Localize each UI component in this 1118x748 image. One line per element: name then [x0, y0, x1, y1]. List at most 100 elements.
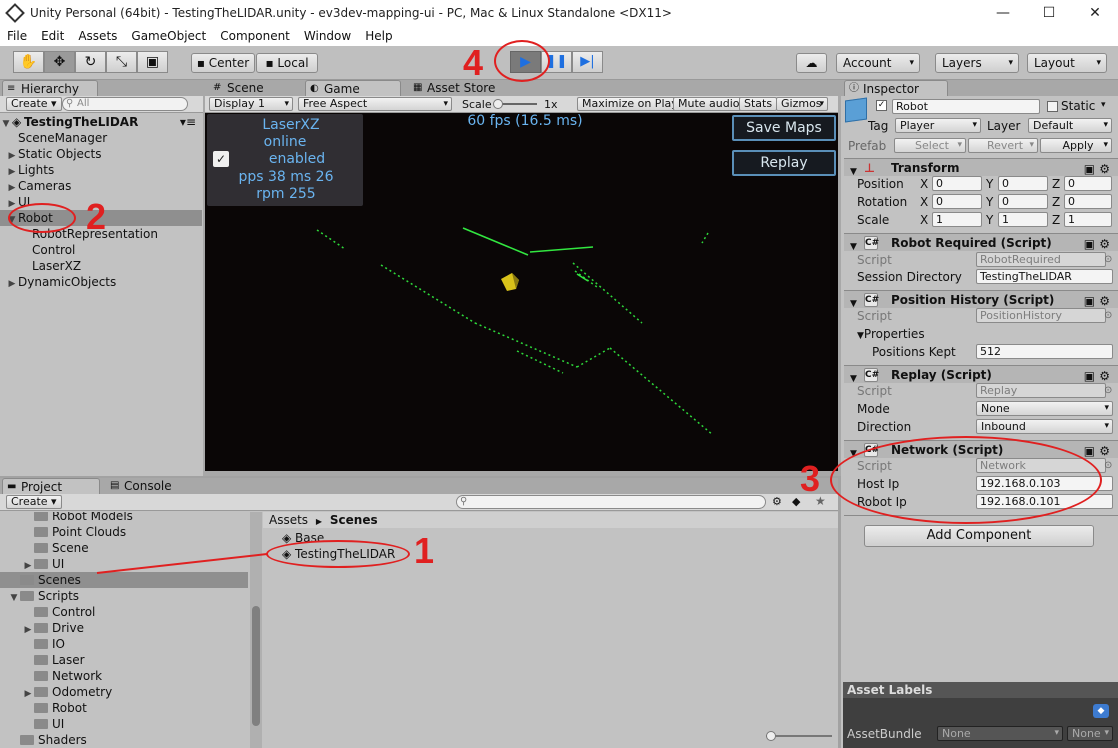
rotate-tool-icon[interactable]: ↻: [75, 51, 106, 73]
account-dropdown[interactable]: Account ▾: [836, 53, 920, 73]
scale-slider[interactable]: [493, 99, 537, 109]
position-y-field[interactable]: 0: [998, 176, 1048, 191]
menu-component[interactable]: Component: [213, 29, 297, 43]
project-folder-item[interactable]: Network: [0, 668, 248, 684]
asset-bundle-variant-dropdown[interactable]: None: [1067, 726, 1113, 741]
scale-tool-icon[interactable]: ⤡: [106, 51, 137, 73]
project-folder-item[interactable]: ▶ Odometry: [0, 684, 248, 700]
hierarchy-item[interactable]: SceneManager: [0, 130, 202, 146]
scale-y-field[interactable]: 1: [998, 212, 1048, 227]
cloud-icon[interactable]: ☁: [796, 53, 827, 73]
prefab-revert-button[interactable]: Revert: [968, 138, 1038, 153]
project-folder-item[interactable]: UI: [0, 716, 248, 732]
foldout-arrow-icon[interactable]: ▶: [6, 276, 18, 292]
active-checkbox[interactable]: ✓: [876, 100, 887, 111]
step-button[interactable]: ▶|: [572, 51, 603, 73]
project-folder-item[interactable]: ▶ Drive: [0, 620, 248, 636]
object-picker-icon[interactable]: ⊙: [1104, 457, 1112, 475]
tab-project[interactable]: ▬ Project: [2, 478, 100, 494]
position-x-field[interactable]: 0: [932, 176, 982, 191]
rotation-x-field[interactable]: 0: [932, 194, 982, 209]
layer-dropdown[interactable]: Default: [1028, 118, 1112, 133]
scale-x-field[interactable]: 1: [932, 212, 982, 227]
tab-scene[interactable]: # Scene: [209, 80, 303, 96]
icon-size-slider[interactable]: [766, 731, 832, 741]
project-tree-scrollbar[interactable]: [250, 512, 262, 748]
close-button[interactable]: ✕: [1072, 2, 1118, 24]
properties-foldout[interactable]: ▼Properties: [857, 325, 925, 345]
object-name-field[interactable]: Robot: [892, 99, 1040, 114]
replay-button[interactable]: Replay: [732, 150, 836, 176]
filter-type-icon[interactable]: ⚙: [772, 495, 782, 508]
display-dropdown[interactable]: Display 1 ▾: [209, 97, 293, 111]
rotation-y-field[interactable]: 0: [998, 194, 1048, 209]
pivot-center-button[interactable]: ▪ Center: [191, 53, 255, 73]
menu-help[interactable]: Help: [358, 29, 399, 43]
add-component-button[interactable]: Add Component: [864, 525, 1094, 547]
hierarchy-item[interactable]: ▶ DynamicObjects: [0, 274, 202, 290]
project-folder-item[interactable]: Point Clouds: [0, 524, 248, 540]
gizmos-dropdown[interactable]: Gizmos ▾: [776, 97, 828, 111]
object-picker-icon[interactable]: ⊙: [1104, 251, 1112, 269]
transform-header[interactable]: ▼ ⊥ Transform ▣ ⚙: [844, 158, 1118, 177]
replay-mode-dropdown[interactable]: None: [976, 401, 1113, 416]
save-maps-button[interactable]: Save Maps: [732, 115, 836, 141]
position-history-header[interactable]: ▼ C# Position History (Script) ▣ ⚙: [844, 290, 1118, 309]
object-picker-icon[interactable]: ⊙: [1104, 382, 1112, 400]
scene-menu-icon[interactable]: ▾≡: [180, 114, 196, 130]
tab-inspector[interactable]: ⓘ Inspector: [844, 80, 948, 96]
project-folder-item[interactable]: Laser: [0, 652, 248, 668]
breadcrumb-scenes[interactable]: Scenes: [330, 513, 378, 527]
rect-tool-icon[interactable]: ▣: [137, 51, 168, 73]
project-folder-item[interactable]: Robot Models: [0, 512, 248, 524]
position-history-script-field[interactable]: PositionHistory: [976, 308, 1106, 323]
hierarchy-item[interactable]: ▶ Lights: [0, 162, 202, 178]
tab-hierarchy[interactable]: ≡ Hierarchy: [2, 80, 98, 96]
project-folder-item[interactable]: ▼ Scripts: [0, 588, 248, 604]
hierarchy-item[interactable]: ▶ Cameras: [0, 178, 202, 194]
menu-file[interactable]: File: [0, 29, 34, 43]
menu-assets[interactable]: Assets: [71, 29, 124, 43]
game-viewport[interactable]: ✓ LaserXZ online enabled pps 38 ms 26 rp…: [205, 113, 838, 471]
position-z-field[interactable]: 0: [1064, 176, 1112, 191]
project-search-input[interactable]: ⚲: [456, 495, 766, 509]
scrollbar-thumb[interactable]: [252, 606, 260, 726]
hierarchy-scene-root[interactable]: ▼ ◈ TestingTheLIDAR ▾≡: [0, 114, 202, 130]
tab-game[interactable]: ◐ Game: [305, 80, 401, 96]
label-tag-icon[interactable]: ◆: [1093, 704, 1109, 718]
laser-enabled-checkbox[interactable]: ✓: [213, 151, 229, 167]
project-folder-item[interactable]: IO: [0, 636, 248, 652]
replay-direction-dropdown[interactable]: Inbound: [976, 419, 1113, 434]
replay-script-field[interactable]: Replay: [976, 383, 1106, 398]
scale-z-field[interactable]: 1: [1064, 212, 1112, 227]
static-checkbox[interactable]: [1047, 101, 1058, 112]
mute-audio-toggle[interactable]: Mute audio: [673, 97, 745, 111]
stats-toggle[interactable]: Stats: [739, 97, 778, 111]
chevron-down-icon[interactable]: ▾: [1101, 100, 1106, 110]
breadcrumb-assets[interactable]: Assets: [269, 513, 308, 527]
maximize-on-play-toggle[interactable]: Maximize on Play: [577, 97, 683, 111]
project-folder-item[interactable]: Shaders: [0, 732, 248, 748]
hierarchy-item[interactable]: Control: [0, 242, 202, 258]
hierarchy-item[interactable]: LaserXZ: [0, 258, 202, 274]
aspect-dropdown[interactable]: Free Aspect ▾: [298, 97, 452, 111]
maximize-button[interactable]: ☐: [1026, 2, 1072, 24]
robot-required-header[interactable]: ▼ C# Robot Required (Script) ▣ ⚙: [844, 233, 1118, 252]
object-picker-icon[interactable]: ⊙: [1104, 307, 1112, 325]
prefab-apply-button[interactable]: Apply: [1040, 138, 1112, 153]
replay-header[interactable]: ▼ C# Replay (Script) ▣ ⚙: [844, 365, 1118, 384]
hierarchy-item[interactable]: ▶ Static Objects: [0, 146, 202, 162]
prefab-select-button[interactable]: Select: [894, 138, 966, 153]
menu-window[interactable]: Window: [297, 29, 358, 43]
asset-bundle-dropdown[interactable]: None: [937, 726, 1063, 741]
project-folder-item[interactable]: Robot: [0, 700, 248, 716]
rotation-z-field[interactable]: 0: [1064, 194, 1112, 209]
layers-dropdown[interactable]: Layers ▾: [935, 53, 1019, 73]
menu-gameobject[interactable]: GameObject: [124, 29, 213, 43]
hand-tool-icon[interactable]: ✋: [13, 51, 44, 73]
hierarchy-create-button[interactable]: Create ▾: [6, 97, 62, 111]
move-tool-icon[interactable]: ✥: [44, 51, 75, 73]
menu-edit[interactable]: Edit: [34, 29, 71, 43]
session-directory-field[interactable]: TestingTheLIDAR: [976, 269, 1113, 284]
minimize-button[interactable]: —: [980, 2, 1026, 24]
